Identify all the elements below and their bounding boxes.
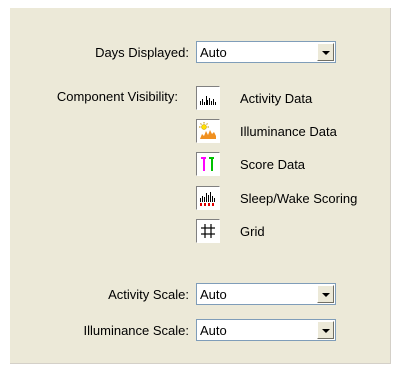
activity-scale-value: Auto	[200, 287, 227, 302]
days-displayed-label: Days Displayed:	[95, 45, 189, 60]
grid-hash-icon	[201, 224, 215, 238]
sleep-wake-scoring-toggle[interactable]	[196, 186, 220, 210]
illuminance-data-toggle[interactable]	[196, 119, 220, 143]
activity-scale-dropdown-button[interactable]	[317, 285, 334, 303]
illuminance-data-label: Illuminance Data	[240, 124, 337, 139]
illuminance-scale-select[interactable]: Auto	[196, 319, 336, 341]
chevron-down-icon	[322, 293, 330, 297]
score-data-toggle[interactable]	[196, 152, 220, 176]
grid-label: Grid	[240, 224, 265, 239]
days-displayed-dropdown-button[interactable]	[317, 43, 334, 61]
settings-panel: Days Displayed: Auto Component Visibilit…	[10, 8, 391, 364]
chevron-down-icon	[322, 51, 330, 55]
days-displayed-value: Auto	[200, 45, 227, 60]
sleep-wake-scoring-label: Sleep/Wake Scoring	[240, 191, 358, 206]
illuminance-sun-icon	[199, 122, 216, 139]
activity-data-toggle[interactable]	[196, 86, 220, 110]
chevron-down-icon	[322, 329, 330, 333]
grid-toggle[interactable]	[196, 219, 220, 243]
illuminance-scale-label: Illuminance Scale:	[83, 323, 190, 338]
days-displayed-select[interactable]: Auto	[196, 41, 336, 63]
activity-scale-label: Activity Scale:	[108, 287, 189, 302]
score-markers-icon	[201, 157, 214, 171]
illuminance-scale-dropdown-button[interactable]	[317, 321, 334, 339]
score-data-label: Score Data	[240, 157, 306, 172]
component-visibility-label: Component Visibility:	[56, 89, 178, 104]
activity-scale-select[interactable]: Auto	[196, 283, 336, 305]
illuminance-scale-value: Auto	[200, 323, 227, 338]
sleep-wake-icon	[200, 192, 215, 206]
activity-bars-icon	[200, 96, 216, 105]
activity-data-label: Activity Data	[240, 91, 313, 106]
